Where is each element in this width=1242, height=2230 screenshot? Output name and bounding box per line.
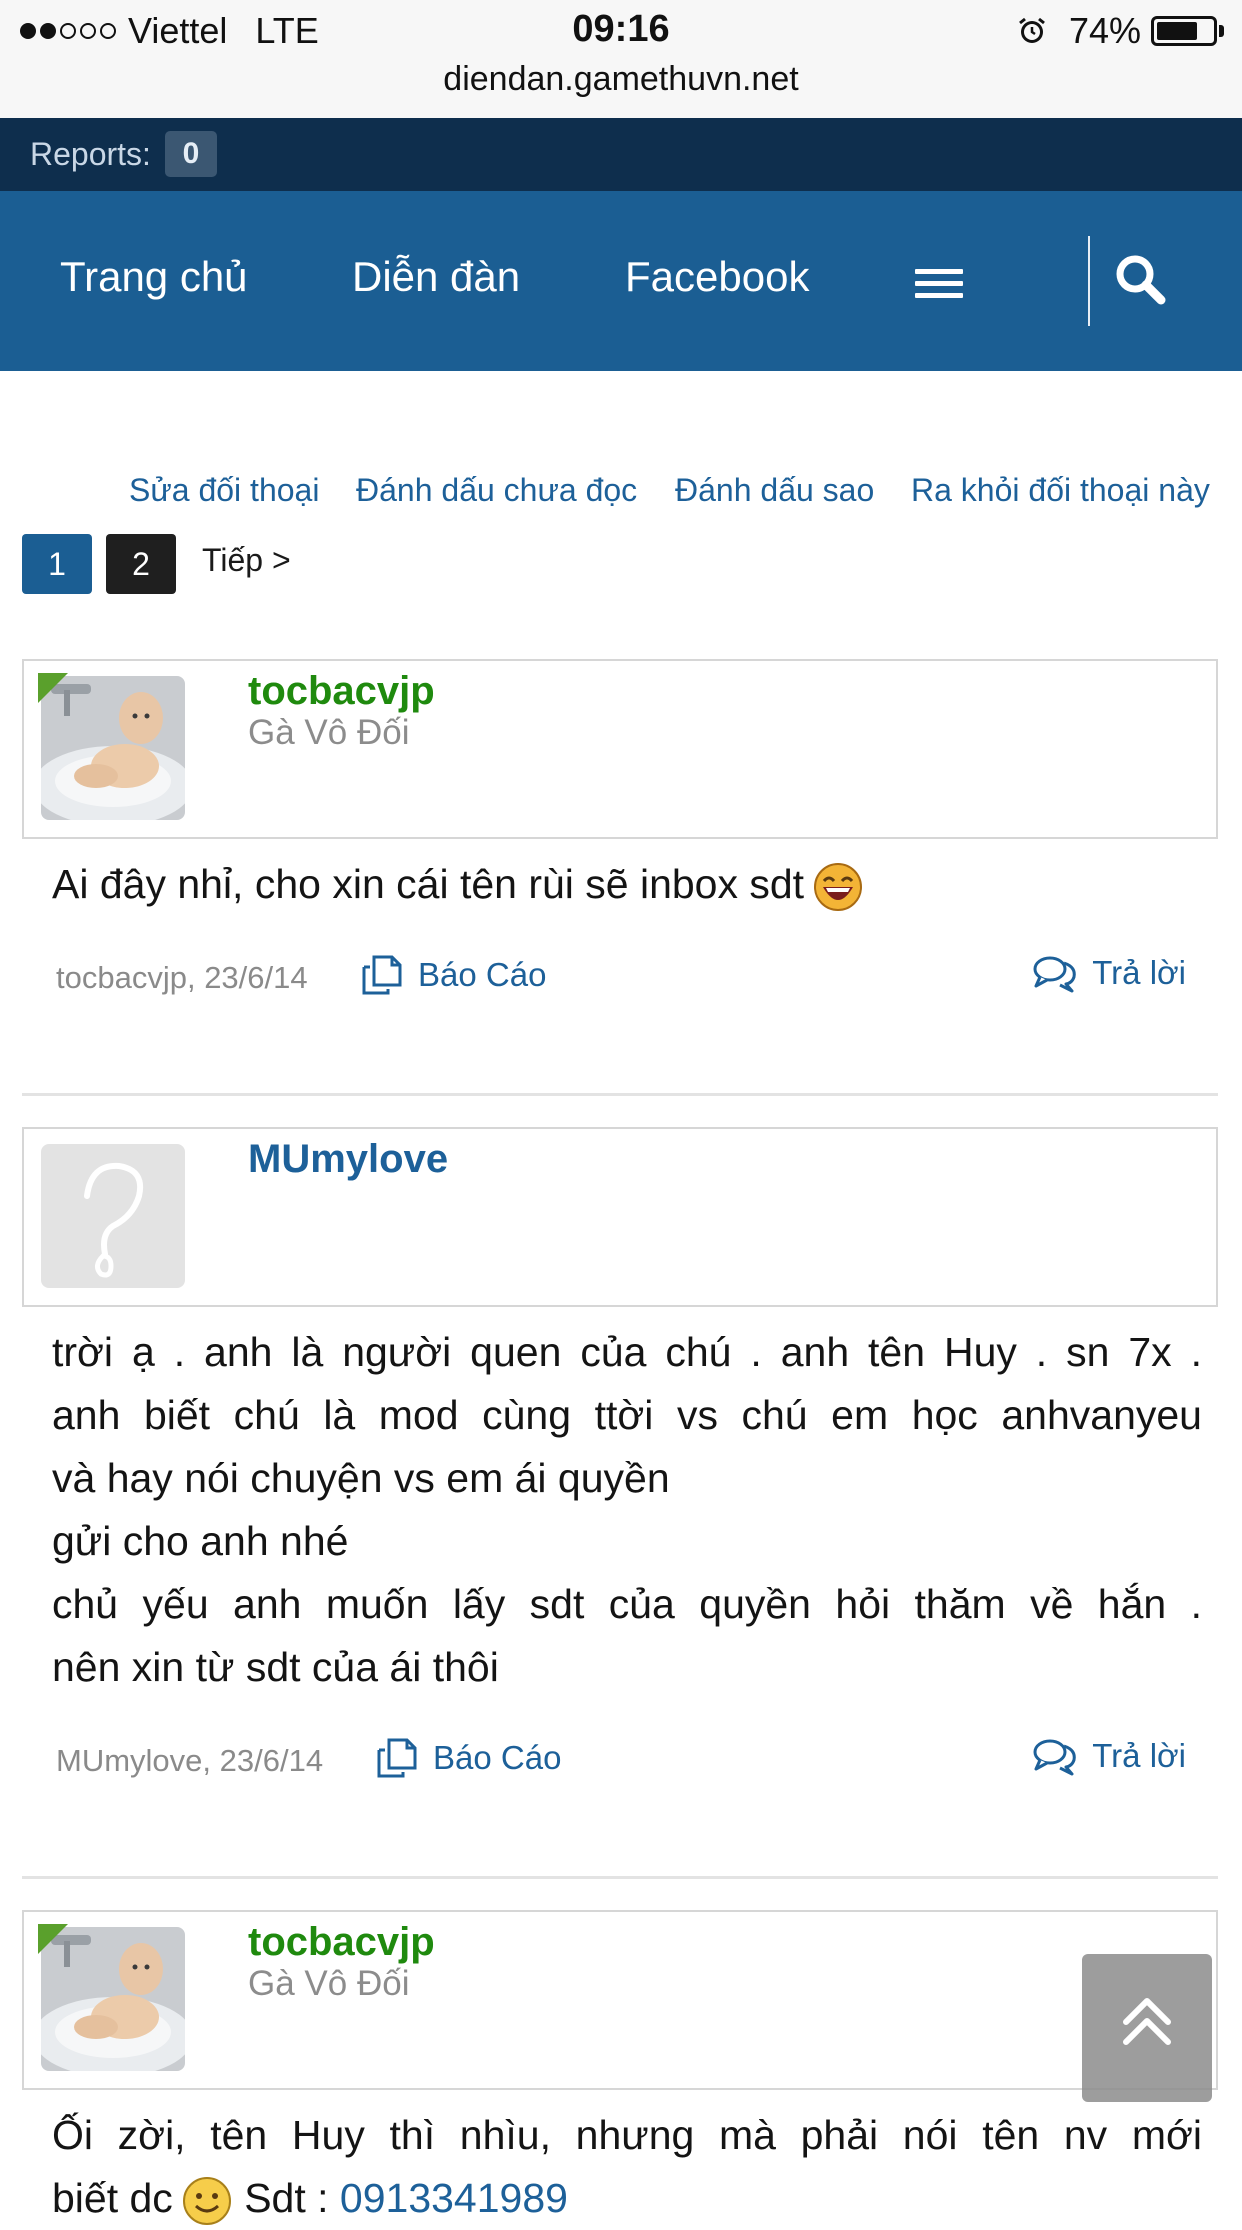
reply-label: Trả lời [1092,954,1186,991]
page-2-button[interactable]: 2 [106,534,176,594]
smile-smiley-icon [182,2177,231,2226]
page-1-button[interactable]: 1 [22,534,92,594]
message-line: và hay nói chuyện vs em ái quyền [52,1455,670,1501]
message-line: Ối zời, tên Huy thì nhìu, nhưng mà phải … [52,2112,1202,2158]
user-title: Gà Vô Đối [248,1964,410,2003]
hamburger-icon[interactable] [915,269,963,299]
post-separator [22,1876,1218,1879]
battery-icon [1151,16,1217,46]
message-line: chủ yếu anh muốn lấy sdt của quyền hỏi t… [52,1581,1202,1627]
next-page-link[interactable]: Tiếp > [202,542,291,579]
online-indicator [38,1924,68,1954]
message-text: Sdt : [232,2175,340,2221]
avatar[interactable] [41,1144,185,1288]
post-1-meta: tocbacvjp, 23/6/14 [56,960,308,995]
user-title: Gà Vô Đối [248,713,410,752]
message-text: Ai đây nhỉ, cho xin cái tên rùi sẽ inbox… [52,861,805,907]
status-bar: Viettel LTE 09:16 74% diendan.gamethuvn.… [0,0,1242,118]
reports-bar: Reports: 0 [0,118,1242,191]
main-navbar: Trang chủ Diễn đàn Facebook [0,191,1242,371]
nav-home[interactable]: Trang chủ [60,253,248,301]
post-2-message: trời ạ . anh là người quen của chú . anh… [52,1321,1202,1699]
message-line: trời ạ . anh là người quen của chú . anh… [52,1329,1202,1375]
url-bar[interactable]: diendan.gamethuvn.net [0,60,1242,99]
reports-count-badge[interactable]: 0 [165,131,217,177]
mark-unread-link[interactable]: Đánh dấu chưa đọc [356,472,637,509]
reply-bubble-icon [1033,1739,1077,1776]
report-label: Báo Cáo [433,1739,562,1776]
battery-percent: 74% [1068,10,1141,51]
scroll-to-top-button[interactable] [1082,1954,1212,2102]
phone-link[interactable]: 0913341989 [340,2175,568,2221]
message-line: nên xin từ sdt của ái thôi [52,1644,499,1690]
message-line: gửi cho anh nhé [52,1518,349,1564]
username-link[interactable]: tocbacvjp [248,669,435,714]
reports-label: Reports: [30,136,151,172]
post-3-header: tocbacvjp Gà Vô Đối [22,1910,1218,2090]
default-avatar-image [41,1144,185,1288]
post-3-message: Ối zời, tên Huy thì nhìu, nhưng mà phải … [52,2104,1202,2230]
post-2-header: MUmylove [22,1127,1218,1307]
post-2-reply-button[interactable]: Trả lời [1032,1736,1186,1776]
post-2-meta: MUmylove, 23/6/14 [56,1743,324,1778]
username-link[interactable]: tocbacvjp [248,1920,435,1965]
post-1-message: Ai đây nhỉ, cho xin cái tên rùi sẽ inbox… [52,853,1202,916]
star-conversation-link[interactable]: Đánh dấu sao [675,472,874,509]
alarm-clock-icon [1019,17,1045,43]
report-label: Báo Cáo [418,956,547,993]
message-line: anh biết chú là mod cùng ttời vs chú em … [52,1392,1202,1438]
leave-conversation-link[interactable]: Ra khỏi đối thoại này [911,472,1210,509]
search-icon[interactable] [1112,251,1168,307]
online-indicator [38,673,68,703]
nav-divider [1088,236,1090,326]
nav-facebook[interactable]: Facebook [625,253,809,301]
edit-conversation-link[interactable]: Sửa đối thoại [129,472,319,509]
post-1-report-button[interactable]: Báo Cáo [360,953,546,997]
message-text: biết dc [52,2175,173,2221]
nav-forums[interactable]: Diễn đàn [352,253,520,301]
double-chevron-up-icon [1123,1998,1171,2045]
report-icon [362,955,402,995]
post-1-reply-button[interactable]: Trả lời [1032,953,1186,993]
post-separator [22,1093,1218,1096]
report-icon [377,1738,417,1778]
post-1-header: tocbacvjp Gà Vô Đối [22,659,1218,839]
reply-bubble-icon [1033,956,1077,993]
username-link[interactable]: MUmylove [248,1137,448,1182]
post-2-report-button[interactable]: Báo Cáo [375,1736,561,1780]
status-right: 74% [1017,10,1224,52]
reply-label: Trả lời [1092,1737,1186,1774]
laughing-smiley-icon [814,863,863,912]
